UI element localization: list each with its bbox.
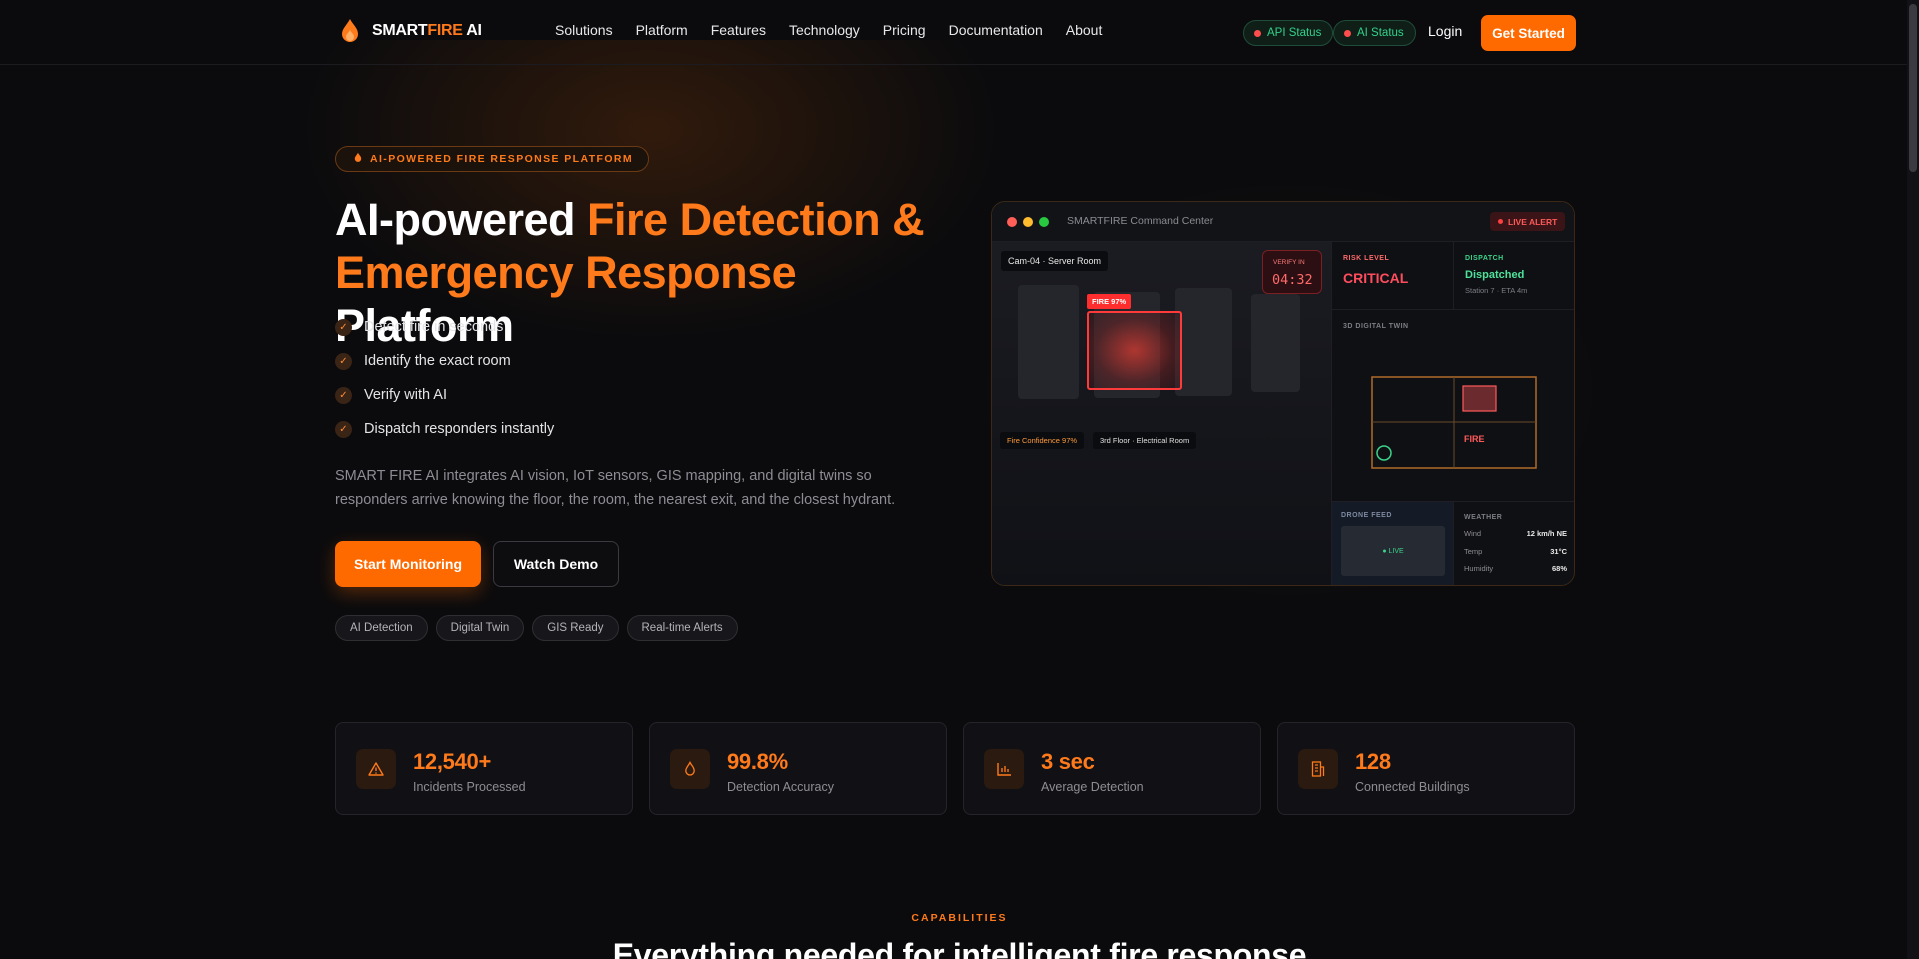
nav-about[interactable]: About bbox=[1066, 22, 1103, 38]
fire-bounding-box bbox=[1087, 311, 1182, 390]
stat-label: Connected Buildings bbox=[1355, 780, 1470, 794]
nav-solutions[interactable]: Solutions bbox=[555, 22, 613, 38]
fire-confidence-chip: Fire Confidence 97% bbox=[1000, 432, 1085, 449]
checklist-item: ✓ Identify the exact room bbox=[335, 352, 554, 370]
tag-ai-detection: AI Detection bbox=[335, 615, 428, 641]
start-monitoring-button[interactable]: Start Monitoring bbox=[335, 541, 481, 587]
main-menu: Solutions Platform Features Technology P… bbox=[555, 22, 1102, 38]
stat-label: Incidents Processed bbox=[413, 780, 526, 794]
dispatch-label: DISPATCH bbox=[1465, 255, 1504, 262]
nav-documentation[interactable]: Documentation bbox=[949, 22, 1043, 38]
building-icon bbox=[1298, 749, 1338, 789]
get-started-button[interactable]: Get Started bbox=[1481, 15, 1576, 51]
drone-feed-label: DRONE FEED bbox=[1341, 512, 1392, 519]
weather-panel: WEATHER Wind 12 km/h NE Temp 31°C Humidity… bbox=[1453, 502, 1574, 585]
flame-icon bbox=[354, 152, 362, 166]
checklist-item: ✓ Dispatch responders instantly bbox=[335, 420, 554, 438]
tag-gis-ready: GIS Ready bbox=[532, 615, 619, 641]
digital-twin-label: 3D DIGITAL TWIN bbox=[1343, 323, 1409, 330]
tag-real-time-alerts: Real-time Alerts bbox=[626, 615, 738, 641]
live-alert-badge: LIVE ALERT bbox=[1490, 212, 1566, 231]
stat-card: 99.8% Detection Accuracy bbox=[649, 722, 947, 815]
brand-logo[interactable]: SMARTFIRE AI bbox=[338, 17, 482, 45]
digital-twin-panel: 3D DIGITAL TWIN FIRE bbox=[1331, 310, 1574, 502]
dispatch-value: Dispatched bbox=[1465, 269, 1525, 281]
command-center-preview: SMARTFIRE Command Center LIVE ALERT Cam-… bbox=[991, 201, 1575, 586]
checklist-item: ✓ Detect fire in seconds bbox=[335, 318, 554, 336]
status-dot-icon bbox=[1344, 29, 1351, 37]
verify-timer: VERIFY IN 04:32 bbox=[1262, 250, 1322, 294]
room-object bbox=[1251, 294, 1300, 392]
ai-status-label: AI Status bbox=[1357, 27, 1404, 39]
check-icon: ✓ bbox=[335, 318, 352, 336]
camera-feed: Cam-04 · Server Room FIRE 97% VERIFY IN … bbox=[992, 242, 1331, 585]
tag-digital-twin: Digital Twin bbox=[435, 615, 525, 641]
watch-demo-button[interactable]: Watch Demo bbox=[493, 541, 619, 587]
stat-value: 3 sec bbox=[1041, 749, 1095, 774]
check-icon: ✓ bbox=[335, 386, 352, 404]
drone-live-indicator: ● LIVE bbox=[1341, 526, 1445, 576]
weather-label: WEATHER bbox=[1464, 514, 1503, 521]
status-dot-icon bbox=[1254, 29, 1261, 37]
ai-status-pill[interactable]: AI Status bbox=[1333, 20, 1416, 46]
scrollbar-thumb[interactable] bbox=[1909, 4, 1917, 172]
stat-label: Detection Accuracy bbox=[727, 780, 834, 794]
room-object bbox=[1175, 288, 1232, 396]
login-link[interactable]: Login bbox=[1428, 23, 1462, 39]
risk-level-label: RISK LEVEL bbox=[1343, 255, 1390, 262]
window-titlebar: SMARTFIRE Command Center LIVE ALERT bbox=[992, 202, 1574, 242]
nav-technology[interactable]: Technology bbox=[789, 22, 860, 38]
verify-countdown: 04:32 bbox=[1272, 272, 1313, 288]
stat-card: 3 sec Average Detection bbox=[963, 722, 1261, 815]
hero-badge-label: AI-POWERED FIRE RESPONSE PLATFORM bbox=[370, 153, 634, 165]
close-dot-icon bbox=[1007, 217, 1017, 227]
hero-description: SMART FIRE AI integrates AI vision, IoT … bbox=[335, 468, 896, 508]
capabilities-eyebrow: CAPABILITIES bbox=[911, 912, 1008, 924]
stat-value: 128 bbox=[1355, 749, 1391, 774]
checklist-item: ✓ Verify with AI bbox=[335, 386, 554, 404]
nav-platform[interactable]: Platform bbox=[636, 22, 688, 38]
verify-label: VERIFY IN bbox=[1273, 259, 1305, 266]
capabilities-heading: Everything needed for intelligent fire r… bbox=[612, 937, 1307, 959]
api-status-label: API Status bbox=[1267, 27, 1322, 39]
stat-card: 12,540+ Incidents Processed bbox=[335, 722, 633, 815]
twin-fire-label: FIRE bbox=[1464, 434, 1485, 444]
window-title: SMARTFIRE Command Center bbox=[1067, 215, 1214, 227]
floor-plan-diagram bbox=[1371, 376, 1537, 469]
hero-badge: AI-POWERED FIRE RESPONSE PLATFORM bbox=[335, 146, 650, 172]
warning-icon bbox=[356, 749, 396, 789]
nav-pricing[interactable]: Pricing bbox=[883, 22, 926, 38]
bar-chart-icon bbox=[984, 749, 1024, 789]
weather-row: Wind 12 km/h NE bbox=[1464, 529, 1567, 538]
check-icon: ✓ bbox=[335, 352, 352, 370]
dispatch-detail: Station 7 · ETA 4m bbox=[1465, 286, 1528, 295]
check-icon: ✓ bbox=[335, 420, 352, 438]
drone-feed-panel: DRONE FEED ● LIVE bbox=[1331, 502, 1453, 585]
top-navbar: SMARTFIRE AI Solutions Platform Features… bbox=[0, 0, 1919, 65]
nav-features[interactable]: Features bbox=[711, 22, 766, 38]
camera-label: Cam-04 · Server Room bbox=[1001, 251, 1109, 271]
risk-level-panel: RISK LEVEL CRITICAL bbox=[1331, 242, 1453, 310]
page-scrollbar[interactable] bbox=[1907, 0, 1919, 959]
room-object bbox=[1018, 285, 1079, 399]
risk-level-value: CRITICAL bbox=[1343, 270, 1409, 286]
fire-detection-tag: FIRE 97% bbox=[1087, 294, 1132, 309]
stat-value: 12,540+ bbox=[413, 749, 492, 774]
stat-label: Average Detection bbox=[1041, 780, 1144, 794]
maximize-dot-icon bbox=[1039, 217, 1049, 227]
brand-name: SMARTFIRE AI bbox=[372, 22, 482, 39]
feature-checklist: ✓ Detect fire in seconds ✓ Identify the ex… bbox=[335, 318, 554, 438]
stat-value: 99.8% bbox=[727, 749, 788, 774]
weather-row: Temp 31°C bbox=[1464, 547, 1567, 556]
alert-dot-icon bbox=[1498, 219, 1503, 224]
flame-icon bbox=[670, 749, 710, 789]
location-chip: 3rd Floor · Electrical Room bbox=[1093, 432, 1197, 449]
weather-row: Humidity 68% bbox=[1464, 564, 1567, 573]
api-status-pill[interactable]: API Status bbox=[1243, 20, 1334, 46]
stat-card: 128 Connected Buildings bbox=[1277, 722, 1575, 815]
hero-tags: AI Detection Digital Twin GIS Ready Real… bbox=[335, 615, 738, 641]
minimize-dot-icon bbox=[1023, 217, 1033, 227]
dispatch-panel: DISPATCH Dispatched Station 7 · ETA 4m bbox=[1453, 242, 1574, 310]
flame-logo-icon bbox=[338, 17, 362, 45]
